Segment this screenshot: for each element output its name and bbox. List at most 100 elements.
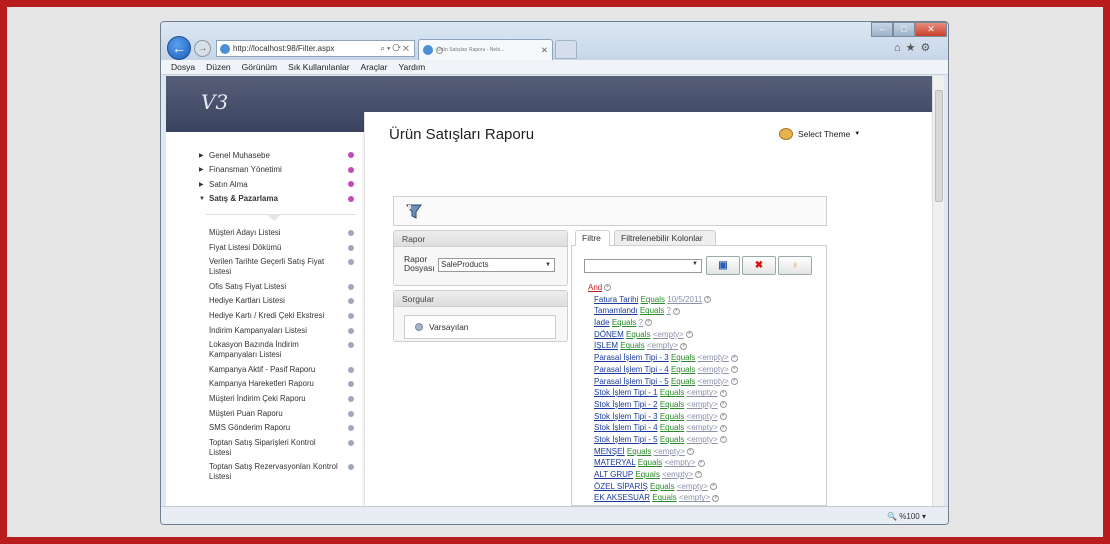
condition-field-link[interactable]: Stok İşlem Tipi - 3 [594, 412, 658, 421]
condition-field-link[interactable]: MATERYAL [594, 458, 636, 467]
address-bar[interactable]: http://localhost:98/Filter.aspx ⌕▾⟳✕ [216, 40, 415, 57]
filter-select[interactable]: ▼ [584, 259, 702, 273]
condition-value-link[interactable]: <empty> [679, 493, 710, 502]
condition-operator-link[interactable]: Equals [660, 388, 684, 397]
remove-condition-icon[interactable]: × [719, 389, 727, 397]
condition-field-link[interactable]: EK AKSESUAR [594, 493, 650, 502]
tab-filtre[interactable]: Filtre [575, 230, 610, 246]
sidebar-report-item[interactable]: Fiyat Listesi Dökümü [209, 243, 354, 253]
condition-operator-link[interactable]: Equals [660, 423, 684, 432]
remove-condition-icon[interactable]: × [704, 296, 712, 304]
forward-button[interactable]: → [194, 40, 211, 57]
apply-filter-button[interactable]: ♀ [778, 256, 812, 275]
sidebar-report-item[interactable]: Müşteri Adayı Listesi [209, 228, 354, 238]
delete-filter-button[interactable]: ✖ [742, 256, 776, 275]
back-button[interactable]: ← [167, 36, 191, 60]
remove-condition-icon[interactable]: × [730, 354, 738, 362]
sidebar-report-item[interactable]: Kampanya Hareketleri Raporu [209, 379, 354, 389]
condition-operator-link[interactable]: Equals [638, 458, 662, 467]
remove-condition-icon[interactable]: × [730, 366, 738, 374]
condition-value-link[interactable]: ? [639, 318, 643, 327]
condition-field-link[interactable]: Stok İşlem Tipi - 4 [594, 423, 658, 432]
condition-operator-link[interactable]: Equals [626, 330, 650, 339]
condition-field-link[interactable]: Fatura Tarihi [594, 295, 638, 304]
condition-field-link[interactable]: Stok İşlem Tipi - 1 [594, 388, 658, 397]
condition-value-link[interactable]: ? [667, 306, 671, 315]
sidebar-report-item[interactable]: Hediye Kartları Listesi [209, 296, 354, 306]
zoom-control[interactable]: 🔍 %100 ▾ [887, 507, 926, 524]
remove-condition-icon[interactable]: × [730, 377, 738, 385]
condition-field-link[interactable]: MENŞEİ [594, 447, 625, 456]
minimize-button[interactable]: – [871, 22, 893, 37]
condition-field-link[interactable]: ALT GRUP [594, 470, 633, 479]
add-condition-icon[interactable]: + [604, 284, 612, 292]
vertical-scrollbar[interactable] [932, 76, 944, 506]
condition-operator-link[interactable]: Equals [652, 493, 676, 502]
toolbar-icons[interactable]: ⌂★⚙ [894, 41, 935, 54]
sidebar-report-item[interactable]: SMS Gönderim Raporu [209, 423, 354, 433]
condition-operator-link[interactable]: Equals [627, 447, 651, 456]
condition-field-link[interactable]: Stok İşlem Tipi - 5 [594, 435, 658, 444]
close-tab-icon[interactable]: ✕ [541, 41, 548, 60]
condition-operator-link[interactable]: Equals [660, 435, 684, 444]
browser-tab[interactable]: Ürün Satışları Raporu - Nebi... ✕ [418, 39, 553, 60]
condition-field-link[interactable]: Stok İşlem Tipi - 2 [594, 400, 658, 409]
tab-filterable-columns[interactable]: Filtrelenebilir Kolonlar [614, 230, 716, 245]
condition-operator-link[interactable]: Equals [640, 306, 664, 315]
condition-field-link[interactable]: DÖNEM [594, 330, 624, 339]
condition-operator-link[interactable]: Equals [612, 318, 636, 327]
sidebar-module-item[interactable]: ▶ Finansman Yönetimi [199, 163, 354, 178]
remove-condition-icon[interactable]: × [697, 459, 705, 467]
remove-condition-icon[interactable]: × [644, 319, 652, 327]
condition-operator-link[interactable]: Equals [660, 412, 684, 421]
sidebar-report-item[interactable]: İndirim Kampanyaları Listesi [209, 326, 354, 336]
remove-condition-icon[interactable]: × [685, 331, 693, 339]
rapor-file-select[interactable]: SaleProducts ▼ [438, 258, 555, 272]
sidebar-report-item[interactable]: Lokasyon Bazında İndirim Kampanyaları Li… [209, 340, 354, 360]
condition-operator-link[interactable]: Equals [671, 377, 695, 386]
close-window-button[interactable]: ✕ [915, 22, 947, 37]
condition-value-link[interactable]: <empty> [647, 341, 678, 350]
remove-condition-icon[interactable]: × [719, 412, 727, 420]
condition-field-link[interactable]: Parasal İşlem Tipi - 3 [594, 353, 669, 362]
remove-condition-icon[interactable]: × [719, 401, 727, 409]
scrollbar-thumb[interactable] [935, 90, 943, 202]
condition-operator-link[interactable]: Equals [671, 353, 695, 362]
condition-field-link[interactable]: ÖZEL SİPARİŞ [594, 482, 648, 491]
group-operator-link[interactable]: And [588, 283, 602, 292]
condition-value-link[interactable]: <empty> [687, 412, 718, 421]
condition-value-link[interactable]: <empty> [698, 353, 729, 362]
condition-operator-link[interactable]: Equals [635, 470, 659, 479]
remove-condition-icon[interactable]: × [680, 342, 688, 350]
sidebar-report-item[interactable]: Toptan Satış Siparişleri Kontrol Listesi [209, 438, 354, 458]
sidebar-report-item[interactable]: Müşteri Puan Raporu [209, 409, 354, 419]
condition-value-link[interactable]: <empty> [698, 365, 729, 374]
sidebar-report-item[interactable]: Verilen Tarihte Geçerli Satış Fiyat List… [209, 257, 354, 277]
sidebar-report-item[interactable]: Müşteri İndirim Çeki Raporu [209, 394, 354, 404]
condition-value-link[interactable]: <empty> [687, 423, 718, 432]
menu-item[interactable]: Sık Kullanılanlar [288, 62, 349, 72]
condition-field-link[interactable]: Parasal İşlem Tipi - 5 [594, 377, 669, 386]
condition-value-link[interactable]: <empty> [664, 458, 695, 467]
sidebar-module-item[interactable]: ▼ Satış & Pazarlama [199, 192, 354, 207]
remove-condition-icon[interactable]: × [709, 483, 717, 491]
condition-value-link[interactable]: <empty> [687, 388, 718, 397]
condition-value-link[interactable]: <empty> [653, 330, 684, 339]
query-item[interactable]: Varsayılan [404, 315, 556, 339]
condition-value-link[interactable]: <empty> [662, 470, 693, 479]
address-controls-icon[interactable]: ⌕▾⟳✕ [380, 41, 411, 56]
sidebar-report-item[interactable]: Hediye Kartı / Kredi Çeki Ekstresi [209, 311, 354, 321]
remove-condition-icon[interactable]: × [672, 307, 680, 315]
select-theme-button[interactable]: Select Theme ▼ [779, 128, 860, 140]
condition-field-link[interactable]: İade [594, 318, 610, 327]
save-filter-button[interactable]: ▣ [706, 256, 740, 275]
condition-field-link[interactable]: Tamamlandı [594, 306, 638, 315]
remove-condition-icon[interactable]: × [695, 471, 703, 479]
menu-item[interactable]: Araçlar [361, 62, 388, 72]
remove-condition-icon[interactable]: × [719, 436, 727, 444]
condition-value-link[interactable]: <empty> [687, 435, 718, 444]
condition-value-link[interactable]: <empty> [654, 447, 685, 456]
condition-field-link[interactable]: İŞLEM [594, 341, 618, 350]
condition-value-link[interactable]: 10/5/2011 [667, 295, 702, 304]
sidebar-report-item[interactable]: Kampanya Aktif - Pasif Raporu [209, 365, 354, 375]
